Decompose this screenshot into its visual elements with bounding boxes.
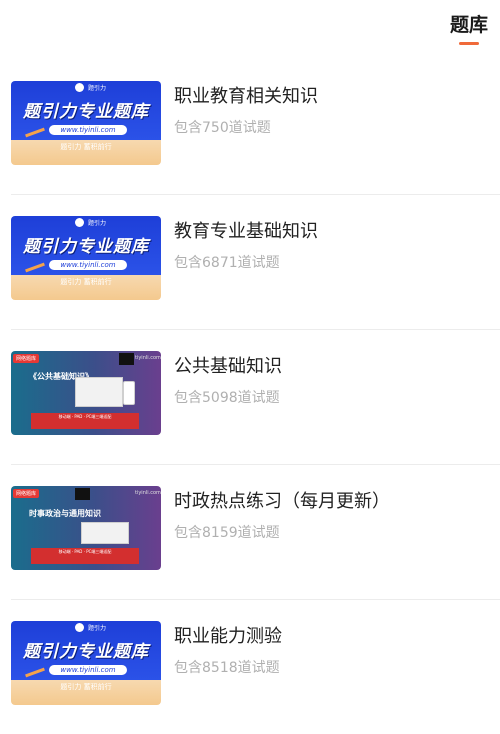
item-title[interactable]: 教育专业基础知识 xyxy=(174,217,318,243)
item-title[interactable]: 时政热点练习（每月更新） xyxy=(174,487,390,513)
item-question-count: 包含8518道试题 xyxy=(174,660,280,676)
brand-logo-icon xyxy=(119,353,134,365)
course-thumbnail: 题引力 题引力专业题库 www.tiyinli.com 题引力 蓄积前行 xyxy=(11,216,161,300)
item-question-count: 包含6871道试题 xyxy=(174,255,280,271)
banner-slogan: 题引力 蓄积前行 xyxy=(60,683,112,691)
banner-slogan: 题引力 蓄积前行 xyxy=(60,278,112,286)
item-question-count: 包含8159道试题 xyxy=(174,525,280,541)
list-item[interactable]: 题引力 题引力专业题库 www.tiyinli.com 题引力 蓄积前行 教育专… xyxy=(11,195,500,330)
list-item[interactable]: 网络题库 tiyinli.com 《公共基础知识》 移动端 · PAD · PC… xyxy=(11,330,500,465)
course-thumbnail: 网络题库 tiyinli.com 时事政治与通用知识 移动端 · PAD · P… xyxy=(11,486,161,570)
pencil-icon xyxy=(25,127,45,138)
banner-tag: 网络题库 xyxy=(13,489,40,498)
banner-title: 题引力专业题库 xyxy=(23,237,149,257)
brand-logo-text: 题引力 xyxy=(88,625,107,632)
pencil-icon xyxy=(25,667,45,678)
phone-icon xyxy=(123,381,135,405)
list-item[interactable]: 网络题库 tiyinli.com 时事政治与通用知识 移动端 · PAD · P… xyxy=(11,465,500,600)
tab-question-bank[interactable]: 题库 xyxy=(450,10,488,37)
active-tab-indicator xyxy=(459,42,479,45)
banner-footer: 移动端 · PAD · PC端三端适配 xyxy=(31,548,139,564)
brand-logo-icon xyxy=(75,83,84,92)
course-thumbnail: 题引力 题引力专业题库 www.tiyinli.com 题引力 蓄积前行 xyxy=(11,81,161,165)
pencil-icon xyxy=(25,262,45,273)
item-title[interactable]: 职业能力测验 xyxy=(174,622,282,648)
item-title[interactable]: 职业教育相关知识 xyxy=(174,82,318,108)
laptop-icon xyxy=(81,522,129,544)
brand-logo-text: 题引力 xyxy=(88,85,107,92)
banner-url: tiyinli.com xyxy=(135,355,161,361)
item-question-count: 包含5098道试题 xyxy=(174,390,280,406)
banner-title: 时事政治与通用知识 xyxy=(29,509,101,518)
header: 题库 xyxy=(0,0,500,60)
brand-logo-icon xyxy=(75,488,90,500)
banner-url: www.tiyinli.com xyxy=(49,665,127,675)
item-title[interactable]: 公共基础知识 xyxy=(174,352,282,378)
question-bank-list: 题引力 题引力专业题库 www.tiyinli.com 题引力 蓄积前行 职业教… xyxy=(0,60,500,734)
banner-url: www.tiyinli.com xyxy=(49,260,127,270)
banner-tag: 网络题库 xyxy=(13,354,40,363)
laptop-icon xyxy=(75,377,123,407)
brand-logo-text: 题引力 xyxy=(88,220,107,227)
course-thumbnail: 网络题库 tiyinli.com 《公共基础知识》 移动端 · PAD · PC… xyxy=(11,351,161,435)
list-item[interactable]: 题引力 题引力专业题库 www.tiyinli.com 题引力 蓄积前行 职业教… xyxy=(11,60,500,195)
course-thumbnail: 题引力 题引力专业题库 www.tiyinli.com 题引力 蓄积前行 xyxy=(11,621,161,705)
banner-title: 题引力专业题库 xyxy=(23,642,149,662)
item-question-count: 包含750道试题 xyxy=(174,120,271,136)
brand-logo-icon xyxy=(75,218,84,227)
banner-footer: 移动端 · PAD · PC端三端适配 xyxy=(31,413,139,429)
list-item[interactable]: 题引力 题引力专业题库 www.tiyinli.com 题引力 蓄积前行 职业能… xyxy=(11,600,500,734)
brand-logo-icon xyxy=(75,623,84,632)
banner-url: www.tiyinli.com xyxy=(49,125,127,135)
banner-url: tiyinli.com xyxy=(135,490,161,496)
banner-title: 题引力专业题库 xyxy=(23,102,149,122)
banner-slogan: 题引力 蓄积前行 xyxy=(60,143,112,151)
